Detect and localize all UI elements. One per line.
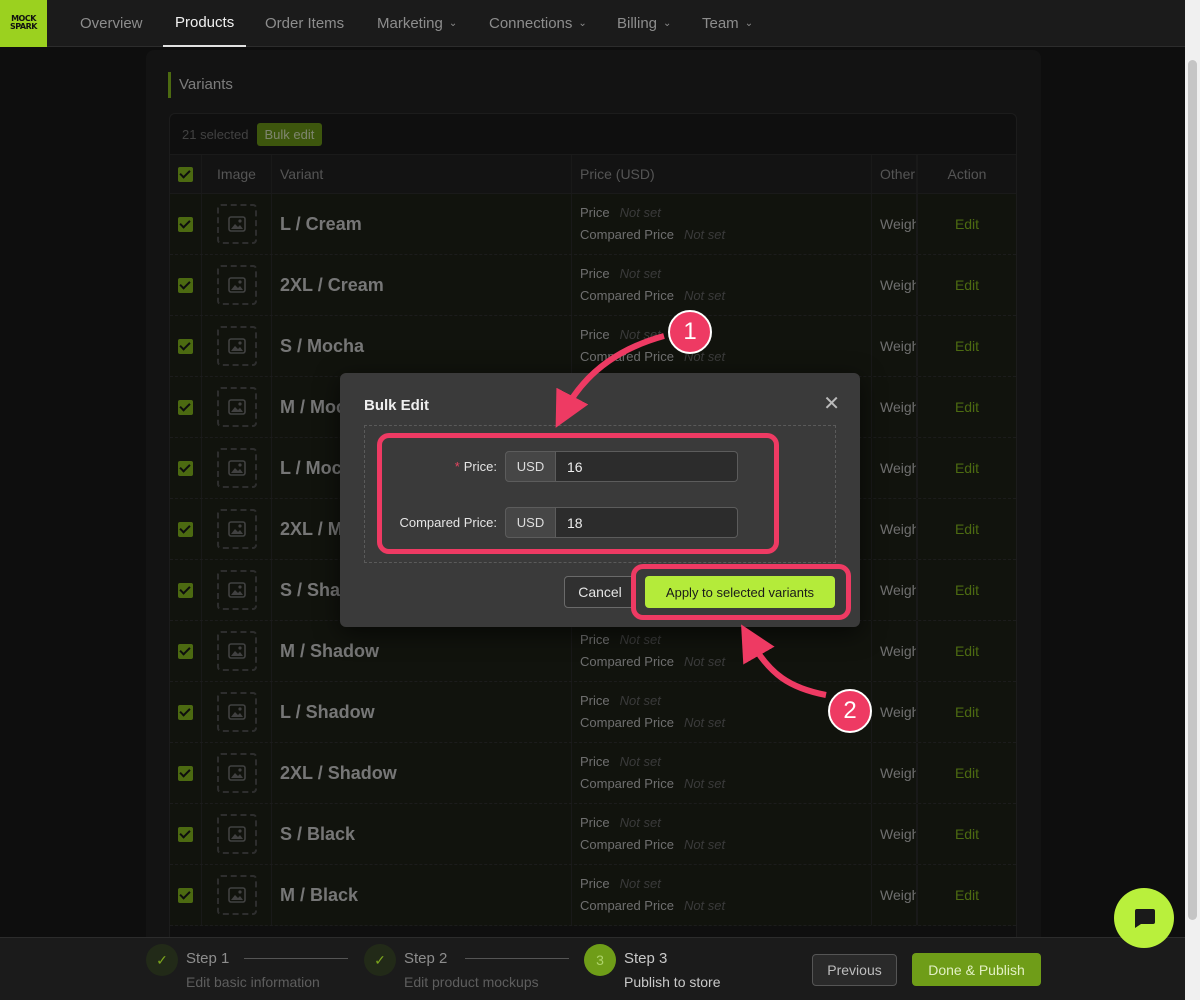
step-3-title: Step 3 — [624, 950, 668, 967]
done-publish-button[interactable]: Done & Publish — [912, 953, 1041, 986]
step-2-title: Step 2 — [404, 950, 448, 967]
previous-button[interactable]: Previous — [812, 954, 897, 986]
step-1-desc: Edit basic information — [186, 974, 320, 990]
step-2: ✓ Step 2 Edit product mockups — [364, 944, 539, 990]
arrow-to-fields — [555, 333, 665, 428]
step-2-desc: Edit product mockups — [404, 974, 539, 990]
chat-icon — [1135, 909, 1155, 928]
step-connector — [465, 958, 569, 959]
chat-button[interactable] — [1114, 888, 1174, 948]
step-badge-1: 1 — [668, 310, 712, 354]
scroll-thumb[interactable] — [1188, 60, 1197, 920]
arrow-to-apply — [741, 624, 827, 698]
step-3-number: 3 — [584, 944, 616, 976]
check-icon: ✓ — [364, 944, 396, 976]
footer-stepper: ✓ Step 1 Edit basic information ✓ Step 2… — [0, 937, 1185, 1000]
check-icon: ✓ — [146, 944, 178, 976]
step-1: ✓ Step 1 Edit basic information — [146, 944, 320, 990]
step-1-title: Step 1 — [186, 950, 230, 967]
step-connector — [244, 958, 348, 959]
step-3: 3 Step 3 Publish to store — [584, 944, 721, 990]
annotation-arrows — [555, 333, 827, 698]
scrollbar[interactable] — [1185, 0, 1200, 1000]
step-badge-2: 2 — [828, 689, 872, 733]
step-3-desc: Publish to store — [624, 974, 721, 990]
